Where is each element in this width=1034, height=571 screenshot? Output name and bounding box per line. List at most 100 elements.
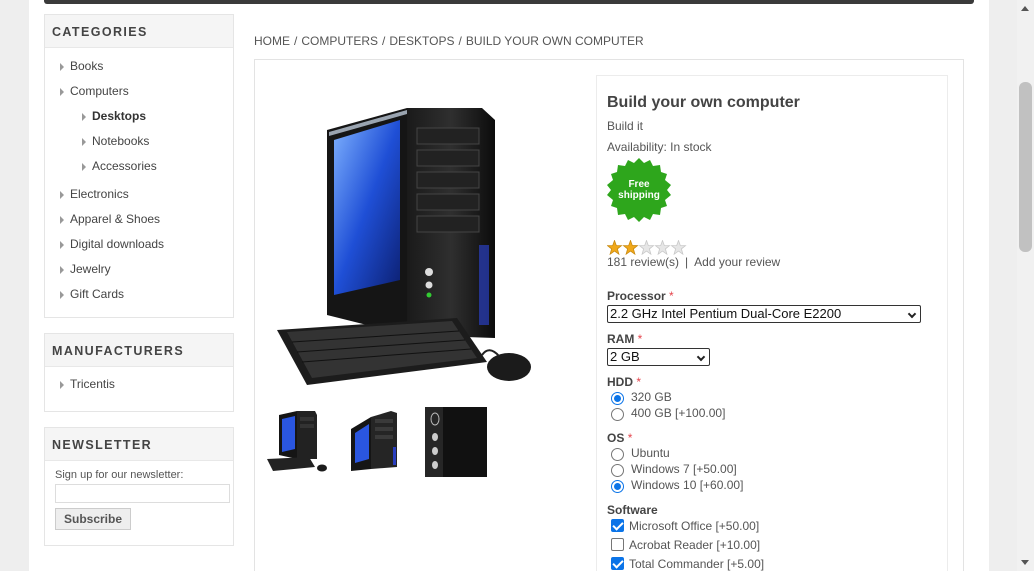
category-label: Computers xyxy=(70,84,129,98)
processor-selected: 2.2 GHz Intel Pentium Dual-Core E2200 xyxy=(610,306,842,321)
category-label: Gift Cards xyxy=(70,287,125,301)
checkbox-checked[interactable] xyxy=(611,519,624,532)
review-separator: | xyxy=(685,255,689,269)
category-notebooks[interactable]: Notebooks xyxy=(45,129,233,154)
newsletter-label: Sign up for our newsletter: xyxy=(55,469,184,481)
newsletter-title: NEWSLETTER xyxy=(45,428,233,461)
star-icon xyxy=(638,240,655,256)
availability-label: Availability: xyxy=(607,140,667,154)
category-electronics[interactable]: Electronics xyxy=(45,182,233,207)
header-bar xyxy=(44,0,974,4)
os-option-windows-10[interactable]: Windows 10 [+60.00] xyxy=(607,477,743,493)
categories-title: CATEGORIES xyxy=(45,15,233,48)
category-books[interactable]: Books xyxy=(45,54,233,79)
radio-selected[interactable] xyxy=(611,392,624,405)
page-scrollbar[interactable] xyxy=(1017,0,1034,571)
required-mark: * xyxy=(669,289,674,303)
arrow-right-icon xyxy=(60,63,64,71)
breadcrumb-computers[interactable]: COMPUTERS xyxy=(301,34,378,48)
categories-list: Books Computers Desktops Notebooks Acces… xyxy=(45,48,233,313)
hdd-option-400[interactable]: 400 GB [+100.00] xyxy=(607,405,725,421)
radio-selected[interactable] xyxy=(611,480,624,493)
os-option-windows-7[interactable]: Windows 7 [+50.00] xyxy=(607,461,743,477)
category-label: Accessories xyxy=(92,159,157,173)
required-mark: * xyxy=(627,431,633,445)
arrow-right-icon xyxy=(82,138,86,146)
checkbox-unchecked[interactable] xyxy=(611,538,624,551)
product-short-description: Build it xyxy=(607,119,644,133)
option-label: Total Commander [+5.00] xyxy=(629,557,765,571)
breadcrumb: HOME / COMPUTERS / DESKTOPS / BUILD YOUR OWN C… xyxy=(254,34,644,48)
os-option-ubuntu[interactable]: Ubuntu xyxy=(607,445,743,461)
arrow-right-icon xyxy=(82,163,86,171)
category-jewelry[interactable]: Jewelry xyxy=(45,257,233,282)
scroll-up-arrow-icon[interactable] xyxy=(1021,6,1029,11)
product-thumbnail-3[interactable] xyxy=(425,407,489,477)
product-thumbnail-2[interactable] xyxy=(345,407,409,477)
availability: Availability: In stock xyxy=(607,140,947,154)
scrollbar-thumb[interactable] xyxy=(1019,82,1032,252)
subscribe-button[interactable]: Subscribe xyxy=(55,508,132,530)
option-label: 320 GB xyxy=(631,390,672,404)
category-desktops[interactable]: Desktops xyxy=(45,104,233,129)
reviews-count-link[interactable]: 181 review(s) xyxy=(607,255,679,269)
arrow-right-icon xyxy=(82,113,86,121)
page: CATEGORIES Books Computers Desktops Note… xyxy=(29,0,989,571)
arrow-right-icon xyxy=(60,291,64,299)
product-main-image[interactable] xyxy=(267,80,537,390)
category-gift-cards[interactable]: Gift Cards xyxy=(45,282,233,307)
option-label: Windows 10 [+60.00] xyxy=(631,478,744,492)
add-review-link[interactable]: Add your review xyxy=(694,255,780,269)
rating-stars xyxy=(607,240,687,256)
hdd-option-320[interactable]: 320 GB xyxy=(607,389,725,405)
category-label: Notebooks xyxy=(92,134,150,148)
newsletter-block: NEWSLETTER Sign up for our newsletter: S… xyxy=(44,427,234,546)
category-computers[interactable]: Computers xyxy=(45,79,233,104)
option-label: Acrobat Reader [+10.00] xyxy=(629,538,761,552)
category-label: Jewelry xyxy=(70,262,111,276)
processor-select[interactable]: 2.2 GHz Intel Pentium Dual-Core E2200 xyxy=(607,305,921,323)
product-details: Build your own computer Build it Availab… xyxy=(254,59,964,571)
star-icon xyxy=(670,240,687,256)
category-digital-downloads[interactable]: Digital downloads xyxy=(45,232,233,257)
software-label: Software xyxy=(607,503,658,517)
breadcrumb-home[interactable]: HOME xyxy=(254,34,290,48)
breadcrumb-desktops[interactable]: DESKTOPS xyxy=(389,34,454,48)
hdd-label: HDD xyxy=(607,375,633,389)
product-thumbnail-1[interactable] xyxy=(265,407,329,477)
category-apparel-shoes[interactable]: Apparel & Shoes xyxy=(45,207,233,232)
ram-select[interactable]: 2 GB xyxy=(607,348,710,366)
processor-label: Processor xyxy=(607,289,666,303)
attribute-software: Software Microsoft Office [+50.00] Acrob… xyxy=(607,503,764,571)
os-label: OS xyxy=(607,431,625,445)
scroll-down-arrow-icon[interactable] xyxy=(1021,560,1029,565)
radio-unselected[interactable] xyxy=(611,464,624,477)
software-option-ms-office[interactable]: Microsoft Office [+50.00] xyxy=(607,517,764,536)
breadcrumb-separator: / xyxy=(382,34,386,48)
arrow-right-icon xyxy=(60,88,64,96)
star-icon xyxy=(607,240,623,256)
radio-unselected[interactable] xyxy=(611,448,624,461)
attribute-processor: Processor * 2.2 GHz Intel Pentium Dual-C… xyxy=(607,289,921,323)
arrow-right-icon xyxy=(60,381,64,389)
manufacturers-title: MANUFACTURERS xyxy=(45,334,233,367)
ram-label: RAM xyxy=(607,332,635,346)
radio-unselected[interactable] xyxy=(611,408,624,421)
manufacturers-block: MANUFACTURERS Tricentis xyxy=(44,333,234,412)
software-option-acrobat[interactable]: Acrobat Reader [+10.00] xyxy=(607,536,764,555)
required-mark: * xyxy=(636,375,642,389)
category-accessories[interactable]: Accessories xyxy=(45,154,233,179)
manufacturer-tricentis[interactable]: Tricentis xyxy=(45,372,233,397)
breadcrumb-separator: / xyxy=(294,34,298,48)
option-label: Windows 7 [+50.00] xyxy=(631,462,737,476)
arrow-right-icon xyxy=(60,266,64,274)
star-icon xyxy=(654,240,671,256)
breadcrumb-separator: / xyxy=(458,34,462,48)
category-label: Desktops xyxy=(92,109,147,123)
newsletter-email-input[interactable] xyxy=(55,484,230,503)
product-overview: Build your own computer Build it Availab… xyxy=(596,75,948,571)
arrow-right-icon xyxy=(60,241,64,249)
option-label: 400 GB [+100.00] xyxy=(631,406,726,420)
software-option-total-commander[interactable]: Total Commander [+5.00] xyxy=(607,555,764,571)
checkbox-checked[interactable] xyxy=(611,557,624,570)
